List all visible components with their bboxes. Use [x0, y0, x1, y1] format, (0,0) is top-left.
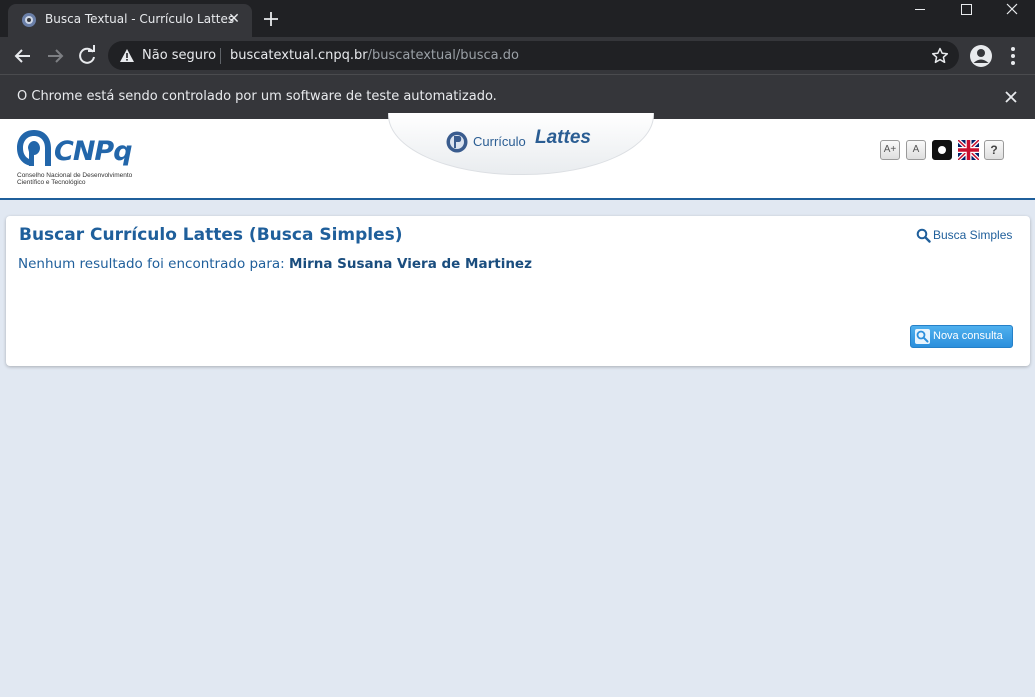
- tab-close-icon[interactable]: ✕: [225, 10, 243, 28]
- contrast-icon: [938, 146, 946, 154]
- url-path: /buscatextual/busca.do: [367, 48, 519, 63]
- bookmark-star-icon[interactable]: [930, 46, 950, 66]
- infobar-message: O Chrome está sendo controlado por um so…: [17, 89, 497, 104]
- web-page: CNPq Conselho Nacional de Desenvolviment…: [0, 113, 1035, 697]
- url-host: buscatextual.cnpq.br: [230, 48, 368, 63]
- no-results-message: Nenhum resultado foi encontrado para: Mi…: [18, 256, 532, 272]
- security-label[interactable]: Não seguro: [142, 48, 216, 63]
- help-button[interactable]: ?: [984, 140, 1004, 160]
- lattes-favicon-icon: [22, 13, 36, 27]
- new-tab-icon[interactable]: [260, 8, 282, 30]
- window-minimize-icon[interactable]: [897, 0, 943, 30]
- normal-font-button[interactable]: A: [906, 140, 926, 160]
- high-contrast-button[interactable]: [932, 140, 952, 160]
- address-bar[interactable]: Não seguro buscatextual.cnpq.br/buscatex…: [108, 41, 959, 70]
- cnpq-logo[interactable]: CNPq Conselho Nacional de Desenvolviment…: [14, 127, 139, 189]
- page-title: Buscar Currículo Lattes (Busca Simples): [19, 225, 403, 245]
- nova-consulta-button[interactable]: Nova consulta: [910, 325, 1013, 348]
- magnifier-icon: [916, 228, 931, 243]
- window-close-icon[interactable]: [989, 0, 1035, 30]
- browser-menu-icon[interactable]: [1002, 45, 1024, 67]
- forward-arrow-icon[interactable]: [42, 43, 68, 69]
- tab-title: Busca Textual - Currículo Lattes: [45, 12, 235, 26]
- search-result-card: Buscar Currículo Lattes (Busca Simples) …: [6, 216, 1030, 366]
- infobar-close-icon[interactable]: [1001, 87, 1021, 107]
- site-header: CNPq Conselho Nacional de Desenvolviment…: [0, 113, 1035, 200]
- reload-icon[interactable]: [74, 43, 100, 69]
- searched-name: Mirna Susana Viera de Martinez: [289, 256, 532, 272]
- browser-titlebar: Busca Textual - Currículo Lattes ✕: [0, 0, 1035, 37]
- lattes-word: Lattes: [535, 127, 591, 148]
- no-results-prefix: Nenhum resultado foi encontrado para:: [18, 256, 285, 272]
- increase-font-button[interactable]: A+: [880, 140, 900, 160]
- cnpq-subtitle-line1: Conselho Nacional de Desenvolvimento: [17, 172, 133, 179]
- new-search-icon: [915, 329, 930, 344]
- lattes-logo-icon: [446, 131, 468, 153]
- curriculo-lattes-banner[interactable]: Currículo Lattes: [388, 113, 654, 175]
- cnpq-emblem-icon: [17, 130, 51, 166]
- cnpq-name: CNPq: [54, 136, 133, 167]
- nova-consulta-label: Nova consulta: [933, 330, 1003, 342]
- browser-tab[interactable]: Busca Textual - Currículo Lattes ✕: [8, 4, 252, 37]
- window-maximize-icon[interactable]: [943, 0, 989, 30]
- omnibox-divider: [220, 48, 221, 64]
- warning-icon[interactable]: [119, 48, 135, 63]
- uk-flag-icon[interactable]: [958, 140, 979, 160]
- browser-toolbar: Não seguro buscatextual.cnpq.br/buscatex…: [0, 37, 1035, 74]
- url-text[interactable]: buscatextual.cnpq.br/buscatextual/busca.…: [230, 48, 519, 63]
- busca-simples-label: Busca Simples: [933, 228, 1013, 242]
- profile-avatar-icon[interactable]: [968, 43, 994, 69]
- lattes-prefix: Currículo: [473, 134, 526, 149]
- back-arrow-icon[interactable]: [10, 43, 36, 69]
- cnpq-subtitle-line2: Científico e Tecnológico: [17, 179, 86, 186]
